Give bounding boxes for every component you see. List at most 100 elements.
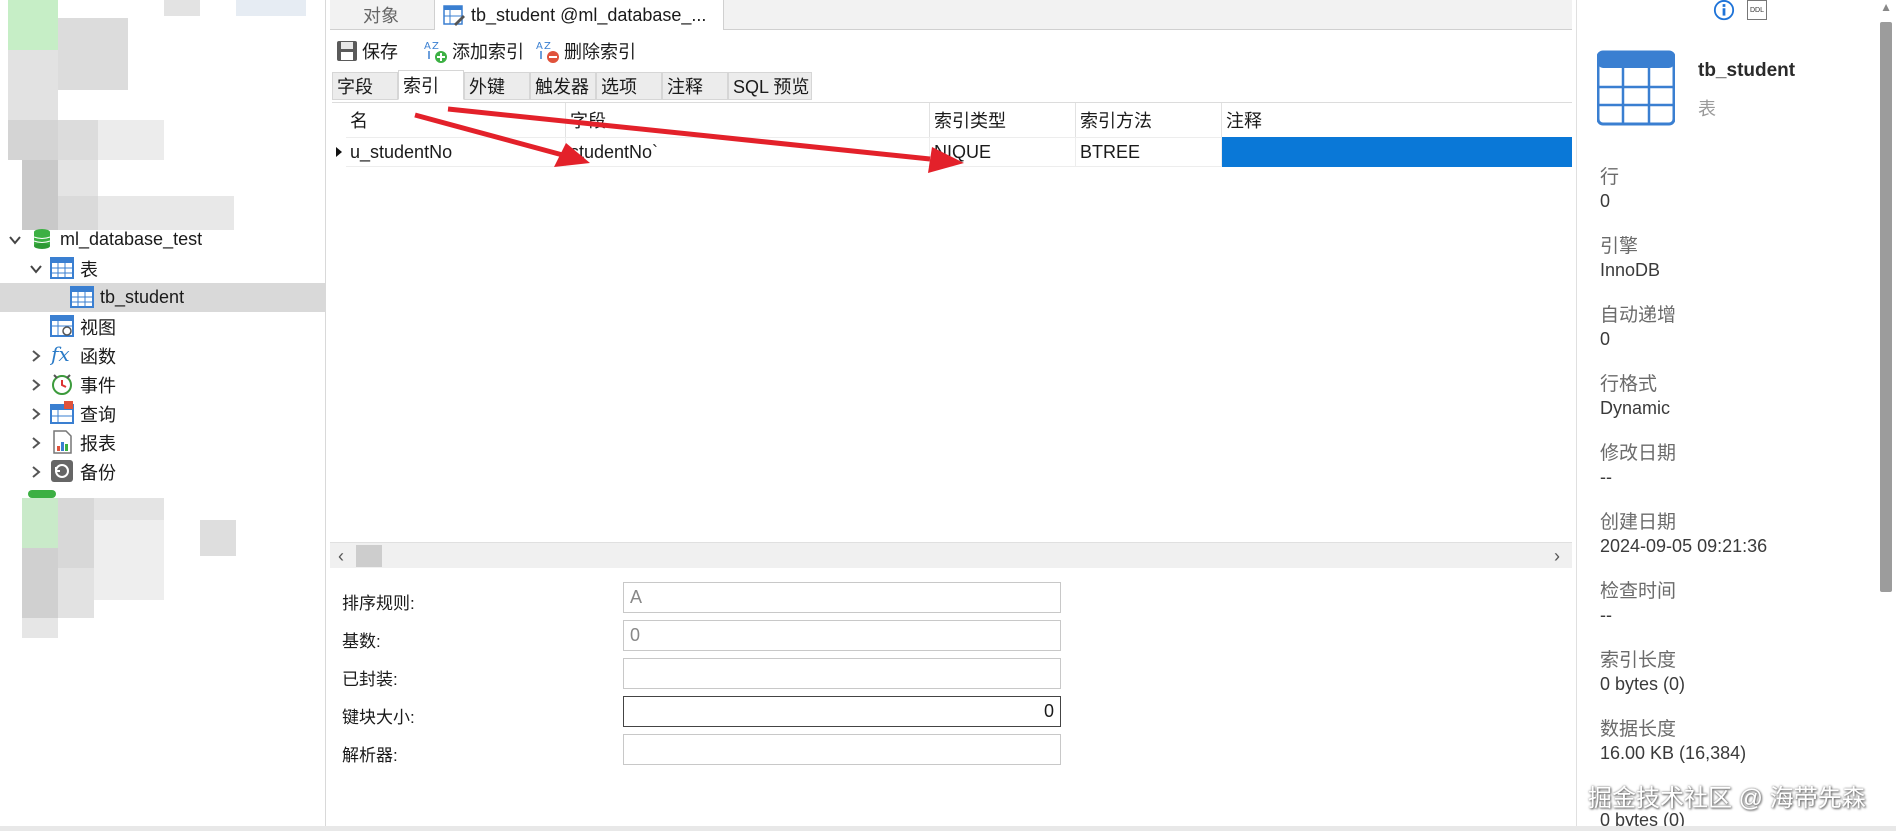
cell-index-method-text: BTREE	[1080, 141, 1141, 162]
tree-node-views[interactable]: 视图	[0, 312, 325, 341]
chevron-right-icon[interactable]	[29, 465, 43, 479]
tab-objects-label: 对象	[363, 6, 399, 26]
data-length-value: 16.00 KB (16,384)	[1600, 743, 1747, 763]
cell-index-name-text: u_studentNo	[350, 141, 453, 162]
engine-label: 引擎	[1600, 236, 1639, 257]
database-icon	[30, 227, 54, 251]
delete-index-button[interactable]: AZ 删除索引	[536, 36, 636, 66]
save-label: 保存	[362, 42, 398, 62]
tab-indexes[interactable]: 索引	[398, 70, 464, 100]
chevron-right-icon[interactable]	[29, 436, 43, 450]
cardinality-field[interactable]: 0	[623, 620, 1061, 651]
vertical-scrollbar[interactable]	[1880, 22, 1892, 592]
object-info-panel: DDL tb_student 表 行 0 引擎 InnoDB 自动递增 0 行格…	[1576, 0, 1896, 831]
column-header-index-method[interactable]: 索引方法	[1076, 103, 1222, 137]
tab-sql-preview[interactable]: SQL 预览	[728, 72, 812, 100]
tables-label: 表	[80, 259, 98, 280]
data-length-label: 数据长度	[1600, 719, 1677, 740]
column-header-fields-label: 字段	[570, 111, 606, 131]
column-header-fields[interactable]: 字段	[566, 103, 930, 137]
info-icon[interactable]	[1712, 0, 1736, 27]
scroll-up-icon[interactable]: ▲	[1880, 0, 1892, 14]
reports-label: 报表	[80, 433, 116, 454]
tab-fields-label: 字段	[337, 77, 373, 97]
tab-triggers[interactable]: 触发器	[530, 72, 596, 100]
add-index-button[interactable]: AZ 添加索引	[424, 36, 524, 66]
add-index-label: 添加索引	[452, 42, 524, 62]
cell-index-method[interactable]: BTREE	[1076, 137, 1222, 167]
chevron-right-icon[interactable]	[29, 349, 43, 363]
svg-text:A: A	[424, 41, 431, 52]
index-properties: 排序规则: A 基数: 0 已封装: 键块大小: 0 解析器:	[330, 572, 1572, 831]
cell-comment-selected[interactable]	[1222, 137, 1572, 167]
object-type: 表	[1698, 99, 1716, 119]
check-time-value: --	[1600, 605, 1612, 625]
created-date-label: 创建日期	[1600, 512, 1677, 533]
tab-fields[interactable]: 字段	[332, 72, 398, 100]
ddl-icon[interactable]: DDL	[1747, 0, 1767, 20]
tab-options[interactable]: 选项	[596, 72, 662, 100]
tab-objects[interactable]: 对象	[330, 0, 432, 30]
function-icon: fx	[49, 341, 74, 366]
events-label: 事件	[80, 375, 116, 396]
tab-triggers-label: 触发器	[535, 77, 589, 97]
column-header-comment-label: 注释	[1226, 111, 1262, 131]
sort-az-add-icon: AZ	[424, 41, 447, 63]
column-header-comment[interactable]: 注释	[1222, 103, 1572, 137]
table-label: tb_student	[100, 287, 185, 307]
tree-node-tables[interactable]: 表	[0, 254, 325, 283]
tree-node-reports[interactable]: 报表	[0, 428, 325, 457]
status-strip	[0, 826, 1896, 831]
svg-text:A: A	[536, 41, 543, 52]
scroll-right-icon[interactable]: ›	[1554, 546, 1560, 567]
annotation-arrows	[414, 106, 964, 173]
cell-index-fields[interactable]: studentNo`	[566, 137, 930, 167]
tab-indexes-label: 索引	[403, 76, 439, 96]
tree-node-queries[interactable]: 查询	[0, 399, 325, 428]
index-toolbar: 保存 AZ 添加索引 AZ 删除索引	[330, 34, 1572, 68]
tree-node-events[interactable]: 事件	[0, 370, 325, 399]
redacted-blur-bottom	[0, 486, 250, 656]
key-block-size-field[interactable]: 0	[623, 696, 1061, 727]
packed-field[interactable]	[623, 658, 1061, 689]
cell-index-name[interactable]: u_studentNo	[346, 137, 566, 167]
chevron-down-icon[interactable]	[29, 262, 43, 276]
tab-foreign-keys-label: 外键	[469, 77, 505, 97]
table-icon	[70, 285, 94, 309]
sort-az-remove-icon: AZ	[536, 41, 559, 63]
parser-field[interactable]	[623, 734, 1061, 765]
chevron-down-icon[interactable]	[8, 233, 22, 247]
column-header-name[interactable]: 名	[346, 103, 566, 137]
column-header-index-type-label: 索引类型	[934, 111, 1006, 131]
modified-date-value: --	[1600, 467, 1612, 487]
index-editor: 对象 tb_student @ml_database_... 保存 AZ 添加索…	[330, 0, 1572, 831]
svg-text:Z: Z	[544, 41, 551, 52]
tree-node-tb-student[interactable]: tb_student	[0, 283, 325, 312]
scroll-left-icon[interactable]: ‹	[338, 546, 344, 567]
chevron-right-icon[interactable]	[29, 378, 43, 392]
tree-node-functions[interactable]: fx 函数	[0, 341, 325, 370]
scroll-thumb[interactable]	[356, 545, 382, 567]
svg-text:Z: Z	[432, 41, 439, 52]
queries-label: 查询	[80, 404, 116, 425]
rows-label: 行	[1600, 167, 1620, 188]
document-tabbar: 对象 tb_student @ml_database_...	[330, 0, 1572, 30]
engine-value: InnoDB	[1600, 260, 1661, 280]
key-block-size-label: 键块大小:	[342, 708, 415, 727]
cardinality-value: 0	[630, 625, 641, 645]
save-button[interactable]: 保存	[336, 36, 398, 66]
tab-foreign-keys[interactable]: 外键	[464, 72, 530, 100]
tree-node-backups[interactable]: 备份	[0, 457, 325, 486]
cell-index-type[interactable]: NIQUE	[930, 137, 1076, 167]
tree-node-database[interactable]: ml_database_test	[0, 225, 325, 254]
tab-tb-student[interactable]: tb_student @ml_database_...	[434, 0, 724, 30]
large-table-icon	[1596, 50, 1676, 131]
collation-field[interactable]: A	[623, 582, 1061, 613]
index-grid: 名 字段 索引类型 索引方法 注释 u_studentNo studentNo`…	[332, 102, 1572, 542]
ddl-icon-label: DDL	[1749, 6, 1764, 14]
tab-comment[interactable]: 注释	[662, 72, 728, 100]
auto-increment-value: 0	[1600, 329, 1611, 349]
chevron-right-icon[interactable]	[29, 407, 43, 421]
column-header-index-type[interactable]: 索引类型	[930, 103, 1076, 137]
horizontal-scrollbar[interactable]: ‹ ›	[330, 542, 1572, 568]
